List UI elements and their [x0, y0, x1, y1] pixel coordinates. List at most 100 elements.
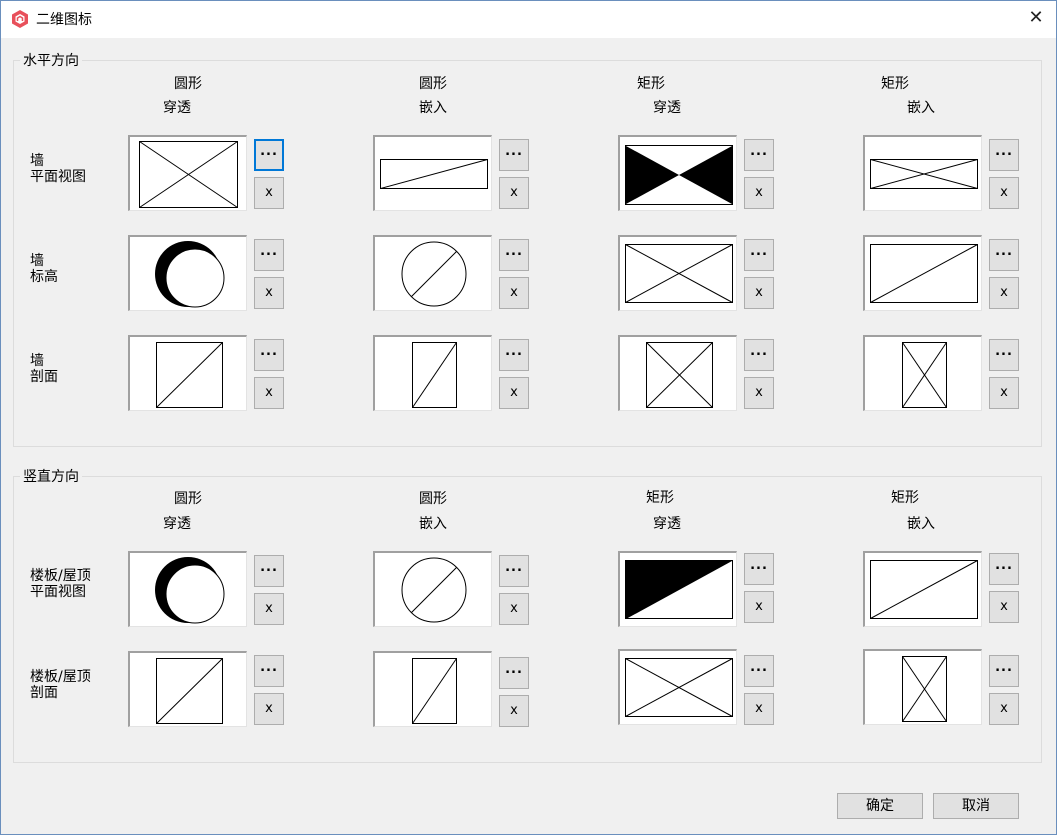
circle-slash-symbol-icon: [401, 241, 467, 307]
v-r1-c3-browse-button[interactable]: ...: [744, 553, 774, 585]
v-r2-c2-browse-button[interactable]: ...: [499, 657, 529, 689]
h-r3-c1-preview: [128, 335, 247, 411]
v-r2-c1-preview: [128, 651, 247, 727]
v-r2-c1-browse-button[interactable]: ...: [254, 655, 284, 687]
square-diagonal-symbol-icon: [156, 342, 223, 408]
h-r3-c3-preview: [618, 335, 737, 411]
v-col3-shape: 矩形: [646, 490, 674, 506]
app-logo-icon: [12, 10, 28, 28]
h-col2-mode: 嵌入: [419, 100, 447, 116]
window-title: 二维图标: [36, 12, 92, 28]
v-col4-shape: 矩形: [891, 490, 919, 506]
h-r2-c1-browse-button[interactable]: ...: [254, 239, 284, 271]
tall-rect-diagonal-symbol-icon: [412, 342, 457, 408]
v-r1-c3-clear-button[interactable]: x: [744, 591, 774, 623]
v-col1-mode: 穿透: [163, 516, 191, 532]
h-r3-c4-clear-button[interactable]: x: [989, 377, 1019, 409]
tall-rect-diagonal-symbol-icon: [412, 658, 457, 724]
h-r1-c3-browse-button[interactable]: ...: [744, 139, 774, 171]
h-col3-mode: 穿透: [653, 100, 681, 116]
rect-cross-symbol-icon: [625, 244, 733, 303]
crescent-circle-symbol-icon: [155, 557, 225, 624]
v-r2-c2-clear-button[interactable]: x: [499, 695, 529, 727]
h-r1-c2-clear-button[interactable]: x: [499, 177, 529, 209]
h-r1-c1-preview: [128, 135, 247, 211]
square-cross-symbol-icon: [646, 342, 713, 408]
h-col1-shape: 圆形: [174, 76, 202, 92]
h-row2-label: 墙 标高: [30, 253, 58, 285]
h-col2-shape: 圆形: [419, 76, 447, 92]
h-row1-label: 墙 平面视图: [30, 153, 86, 185]
circle-slash-symbol-icon: [401, 557, 467, 623]
h-r3-c2-clear-button[interactable]: x: [499, 377, 529, 409]
v-col4-mode: 嵌入: [907, 516, 935, 532]
v-r2-c2-preview: [373, 651, 492, 727]
v-r1-c4-preview: [863, 551, 982, 627]
tall-rect-cross-symbol-icon: [902, 656, 947, 722]
cancel-button[interactable]: 取消: [933, 793, 1019, 819]
horizontal-group-legend: 水平方向: [20, 50, 82, 70]
v-r1-c4-browse-button[interactable]: ...: [989, 553, 1019, 585]
h-r1-c4-browse-button[interactable]: ...: [989, 139, 1019, 171]
h-r2-c4-preview: [863, 235, 982, 311]
v-r1-c1-clear-button[interactable]: x: [254, 593, 284, 625]
h-r1-c2-preview: [373, 135, 492, 211]
h-r2-c2-clear-button[interactable]: x: [499, 277, 529, 309]
v-r1-c2-clear-button[interactable]: x: [499, 593, 529, 625]
title-bar: 二维图标 ✕: [0, 0, 1057, 38]
h-r1-c2-browse-button[interactable]: ...: [499, 139, 529, 171]
h-r3-c1-browse-button[interactable]: ...: [254, 339, 284, 371]
h-r3-c2-browse-button[interactable]: ...: [499, 339, 529, 371]
h-r2-c4-clear-button[interactable]: x: [989, 277, 1019, 309]
h-r3-c3-browse-button[interactable]: ...: [744, 339, 774, 371]
h-r1-c3-preview: [618, 135, 737, 211]
v-r1-c2-browse-button[interactable]: ...: [499, 555, 529, 587]
h-r2-c1-clear-button[interactable]: x: [254, 277, 284, 309]
v-r2-c3-browse-button[interactable]: ...: [744, 655, 774, 687]
ok-button[interactable]: 确定: [837, 793, 923, 819]
v-r2-c3-preview: [618, 649, 737, 725]
v-r2-c1-clear-button[interactable]: x: [254, 693, 284, 725]
v-r1-c1-preview: [128, 551, 247, 627]
h-r2-c4-browse-button[interactable]: ...: [989, 239, 1019, 271]
h-r2-c1-preview: [128, 235, 247, 311]
h-r2-c2-browse-button[interactable]: ...: [499, 239, 529, 271]
rect-cross-symbol-icon: [139, 141, 238, 208]
h-r1-c4-clear-button[interactable]: x: [989, 177, 1019, 209]
h-r2-c3-clear-button[interactable]: x: [744, 277, 774, 309]
v-r1-c3-preview: [618, 551, 737, 627]
h-r1-c1-browse-button[interactable]: ...: [254, 139, 284, 171]
h-r2-c2-preview: [373, 235, 492, 311]
v-r1-c4-clear-button[interactable]: x: [989, 591, 1019, 623]
close-button[interactable]: ✕: [1016, 0, 1056, 38]
v-r2-c4-clear-button[interactable]: x: [989, 693, 1019, 725]
tall-rect-cross-symbol-icon: [902, 342, 947, 408]
crescent-circle-symbol-icon: [155, 241, 225, 308]
h-r1-c1-clear-button[interactable]: x: [254, 177, 284, 209]
rect-diagonal-symbol-icon: [870, 560, 978, 619]
square-diagonal-symbol-icon: [156, 658, 223, 724]
v-col1-shape: 圆形: [174, 491, 202, 507]
h-r3-c4-preview: [863, 335, 982, 411]
v-r1-c2-preview: [373, 551, 492, 627]
h-r3-c3-clear-button[interactable]: x: [744, 377, 774, 409]
rect-diagonal-symbol-icon: [870, 244, 978, 303]
thin-rect-diagonal-symbol-icon: [380, 159, 488, 189]
v-col2-mode: 嵌入: [419, 516, 447, 532]
v-r2-c3-clear-button[interactable]: x: [744, 693, 774, 725]
rect-cross-symbol-icon: [625, 658, 733, 717]
h-r1-c3-clear-button[interactable]: x: [744, 177, 774, 209]
thin-rect-cross-symbol-icon: [870, 159, 978, 189]
h-r3-c1-clear-button[interactable]: x: [254, 377, 284, 409]
v-r1-c1-browse-button[interactable]: ...: [254, 555, 284, 587]
h-col3-shape: 矩形: [637, 76, 665, 92]
half-filled-rect-symbol-icon: [625, 560, 733, 619]
h-r3-c2-preview: [373, 335, 492, 411]
v-col3-mode: 穿透: [653, 516, 681, 532]
h-r2-c3-browse-button[interactable]: ...: [744, 239, 774, 271]
v-r2-c4-browse-button[interactable]: ...: [989, 655, 1019, 687]
v-r2-c4-preview: [863, 649, 982, 725]
h-r3-c4-browse-button[interactable]: ...: [989, 339, 1019, 371]
h-col1-mode: 穿透: [163, 100, 191, 116]
h-col4-mode: 嵌入: [907, 100, 935, 116]
